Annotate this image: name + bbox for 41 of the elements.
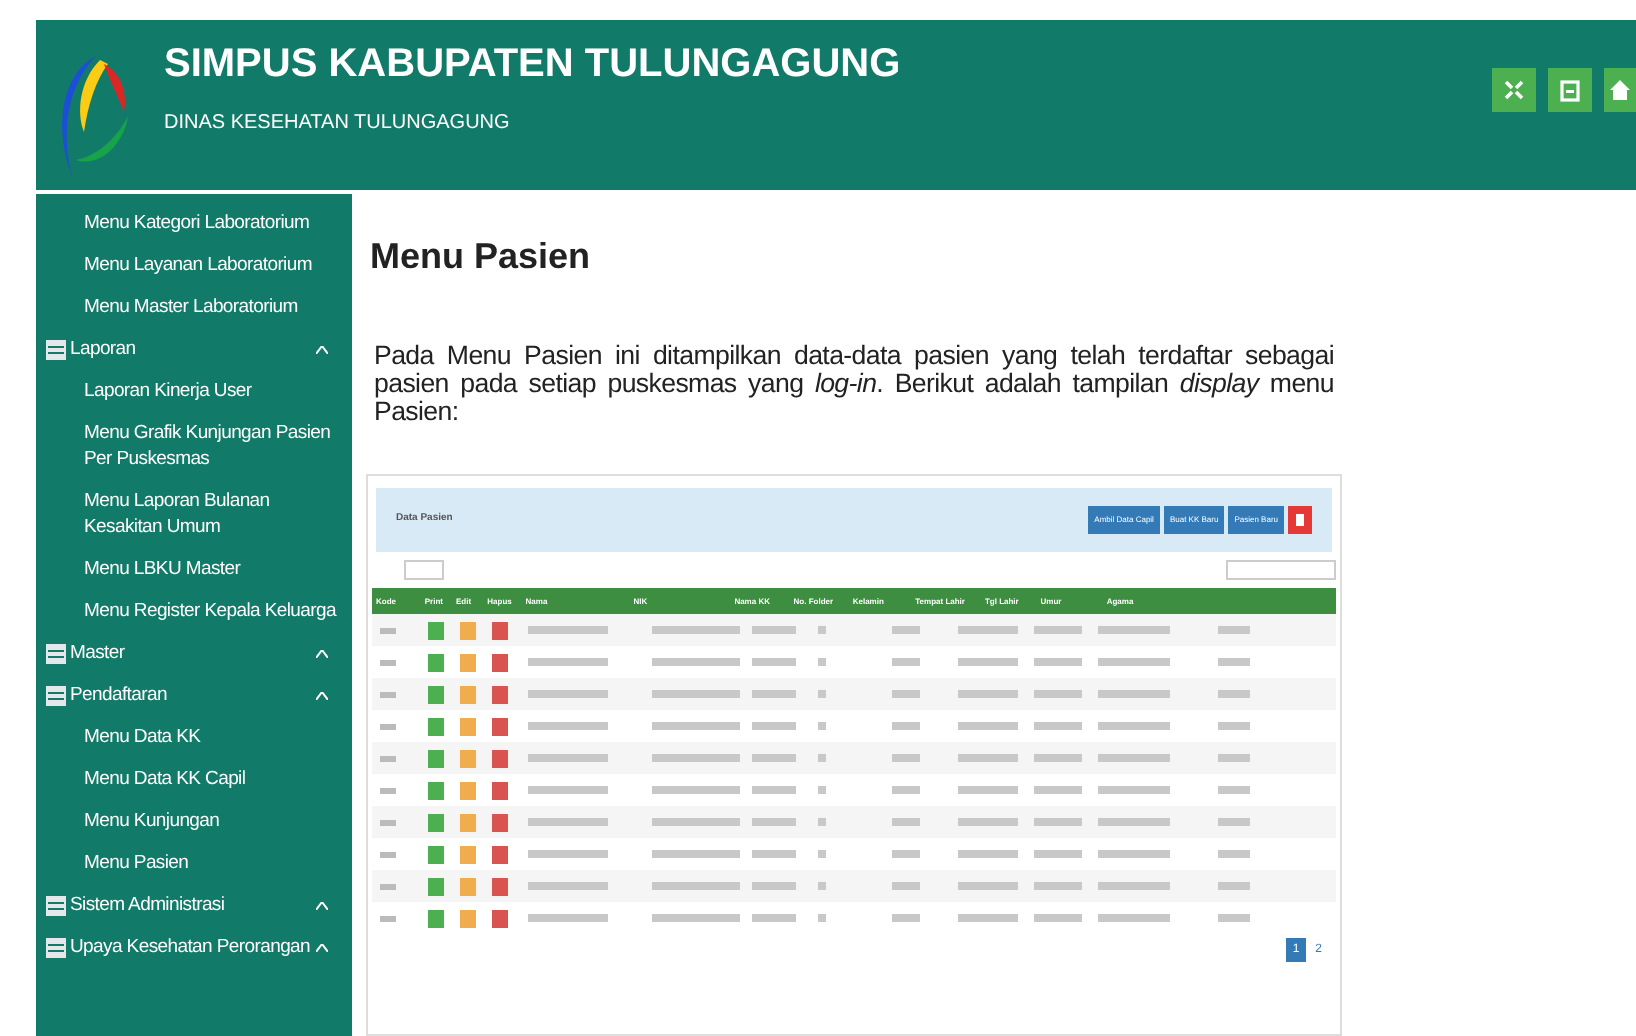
- grid-icon: [46, 937, 66, 957]
- entries-select[interactable]: [404, 560, 444, 580]
- grid-icon: [46, 895, 66, 915]
- caret-icon: [316, 691, 328, 699]
- sidebar-link[interactable]: Menu Laporan Bulanan Kesakitan Umum: [36, 480, 352, 548]
- sidebar-link[interactable]: Menu Kunjungan: [36, 800, 352, 842]
- save-button[interactable]: [1548, 68, 1592, 112]
- home-button[interactable]: [1604, 68, 1636, 112]
- search-field[interactable]: [1226, 560, 1336, 580]
- sidebar-section[interactable]: Laporan: [36, 328, 352, 370]
- grid-icon: [46, 685, 66, 705]
- trash-icon: [1296, 514, 1304, 526]
- expand-icon: [1504, 80, 1524, 100]
- sidebar-link[interactable]: Menu Master Laboratorium: [36, 286, 352, 328]
- sidebar-link[interactable]: Menu Register Kepala Keluarga: [36, 590, 352, 632]
- app-title: SIMPUS KABUPATEN TULUNGAGUNG: [164, 40, 901, 88]
- fullscreen-button[interactable]: [1492, 68, 1536, 112]
- home-icon: [1610, 80, 1630, 100]
- page-heading: Menu Pasien: [370, 234, 593, 278]
- sidebar-link[interactable]: Menu Layanan Laboratorium: [36, 244, 352, 286]
- caret-icon: [316, 943, 328, 951]
- sidebar-link[interactable]: Menu Data KK: [36, 716, 352, 758]
- sidebar-link[interactable]: Menu Grafik Kunjungan Pasien Per Puskesmas: [36, 412, 352, 480]
- sidebar-link[interactable]: Laporan Kinerja User: [36, 370, 352, 412]
- grid-icon: [46, 643, 66, 663]
- sidebar-section[interactable]: Upaya Kesehatan Perorangan: [36, 926, 352, 968]
- sidebar-link[interactable]: Menu Pasien: [36, 842, 352, 884]
- floppy-icon: [1560, 79, 1580, 101]
- sidebar-section[interactable]: Pendaftaran: [36, 674, 352, 716]
- sidebar-link[interactable]: Menu Data KK Capil: [36, 758, 352, 800]
- app-subtitle: DINAS KESEHATAN TULUNGAGUNG: [164, 110, 512, 138]
- grid-icon: [46, 339, 66, 359]
- sidebar-link[interactable]: Menu LBKU Master: [36, 548, 352, 590]
- caret-icon: [316, 345, 328, 353]
- sidebar-section[interactable]: Sistem Administrasi: [36, 884, 352, 926]
- sidebar-link[interactable]: Menu Kategori Laboratorium: [36, 202, 352, 244]
- description-paragraph: Pada Menu Pasien ini ditampilkan data-data pasien yang telah terdaftar sebagai pasien pada setiap puskesmas yang log-in. Berikut adalah tampilan display menu Pasien:: [374, 342, 1334, 426]
- caret-icon: [316, 901, 328, 909]
- delete-button[interactable]: [1288, 506, 1312, 534]
- caret-icon: [316, 649, 328, 657]
- sidebar-section[interactable]: Master: [36, 632, 352, 674]
